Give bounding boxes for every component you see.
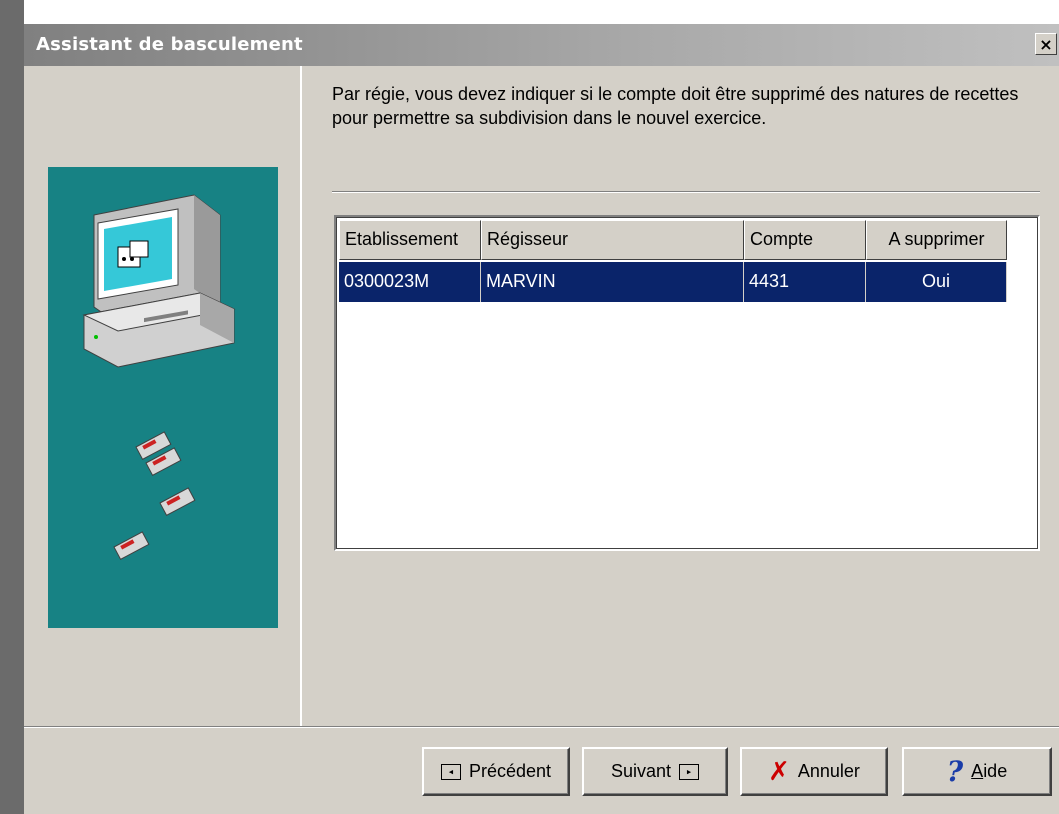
floppy-disks-icon: [113, 431, 196, 561]
regie-grid[interactable]: Etablissement Régisseur Compte A supprim…: [334, 215, 1040, 551]
illustration-panel: [48, 167, 278, 628]
column-header-etablissement[interactable]: Etablissement: [339, 220, 481, 260]
cell-a-supprimer[interactable]: Oui: [866, 262, 1007, 302]
grid-body: Etablissement Régisseur Compte A supprim…: [336, 217, 1038, 549]
wizard-content: Par régie, vous devez indiquer si le com…: [302, 66, 1059, 726]
red-x-icon: ✗: [768, 756, 790, 787]
column-header-a-supprimer[interactable]: A supprimer: [866, 220, 1007, 260]
instruction-text: Par régie, vous devez indiquer si le com…: [332, 84, 1019, 128]
close-button[interactable]: ×: [1035, 33, 1057, 55]
cell-etablissement[interactable]: 0300023M: [339, 262, 481, 302]
screen-top-edge: [0, 0, 1059, 8]
column-header-compte[interactable]: Compte: [744, 220, 866, 260]
help-button[interactable]: ? Aide: [902, 747, 1052, 796]
arrow-right-box-icon: ▸: [679, 763, 700, 780]
computer-illustration-icon: [82, 194, 236, 561]
column-header-regisseur[interactable]: Régisseur: [481, 220, 744, 260]
next-label: Suivant: [610, 761, 672, 781]
previous-button[interactable]: ◂ Précédent: [422, 747, 570, 796]
help-label: Aide: [971, 761, 1008, 781]
content-separator: [332, 191, 1040, 193]
arrow-left-box-icon: ◂: [440, 763, 461, 780]
cell-regisseur[interactable]: MARVIN: [481, 262, 744, 302]
cell-compte[interactable]: 4431: [744, 262, 866, 302]
footer-separator: [24, 726, 1059, 728]
window-title: Assistant de basculement: [36, 34, 303, 55]
screen-left-edge: [0, 0, 24, 814]
title-bar[interactable]: Assistant de basculement ×: [24, 24, 1059, 66]
grid-header: Etablissement Régisseur Compte A supprim…: [339, 220, 1007, 260]
next-button[interactable]: Suivant ▸: [582, 747, 728, 796]
cancel-label: Annuler: [797, 761, 860, 781]
previous-label: Précédent: [468, 761, 552, 781]
wizard-dialog: Assistant de basculement × Par régie, vo…: [24, 24, 1059, 814]
table-row[interactable]: 0300023M MARVIN 4431 Oui: [339, 262, 1007, 302]
cancel-button[interactable]: ✗ Annuler: [740, 747, 888, 796]
question-mark-icon: ?: [946, 754, 964, 788]
computer-icon: [82, 194, 236, 368]
